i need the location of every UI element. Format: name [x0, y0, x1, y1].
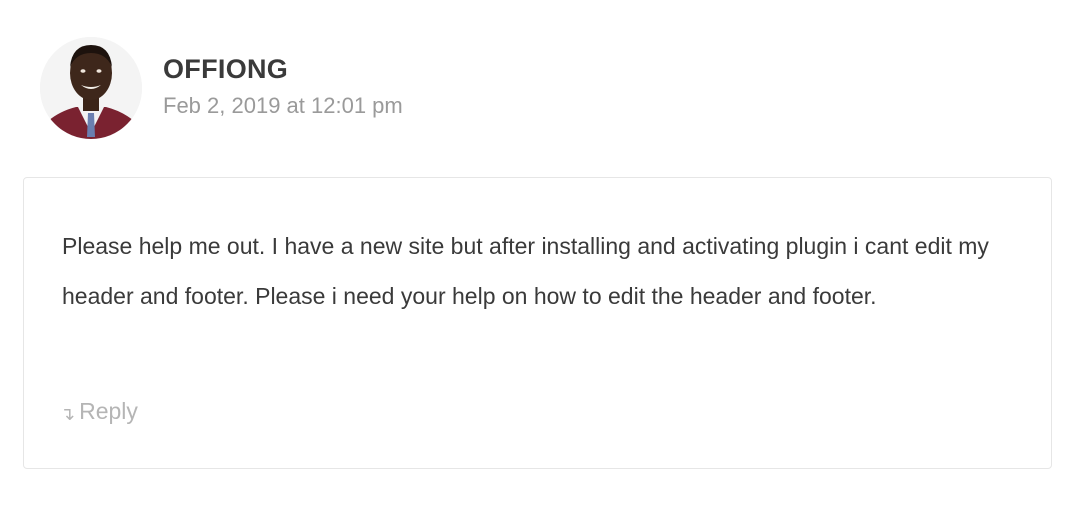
comment-box: Please help me out. I have a new site bu… — [23, 177, 1052, 469]
comment-meta: OFFIONG Feb 2, 2019 at 12:01 pm — [163, 52, 403, 120]
reply-link[interactable]: ↴ Reply — [60, 398, 138, 425]
comment-author: OFFIONG — [163, 54, 289, 84]
avatar-image — [40, 37, 142, 139]
comment-text: Please help me out. I have a new site bu… — [62, 233, 989, 309]
comment-date[interactable]: Feb 2, 2019 at 12:01 pm — [163, 92, 403, 120]
comment-header: OFFIONG Feb 2, 2019 at 12:01 pm — [40, 32, 403, 144]
avatar[interactable] — [40, 37, 142, 139]
reply-arrow-icon: ↴ — [60, 403, 76, 424]
reply-label: Reply — [79, 398, 138, 424]
